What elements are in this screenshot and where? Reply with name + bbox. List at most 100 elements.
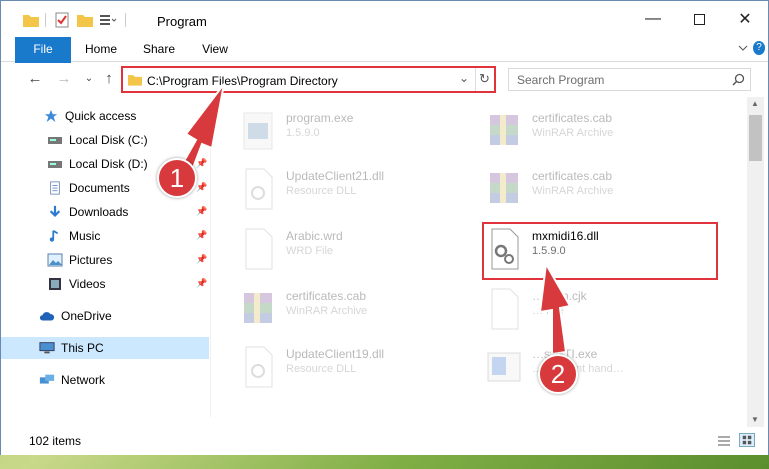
file-item-arabic-wrd[interactable]: Arabic.wrd WRD File <box>240 225 480 275</box>
file-item-certificates-cab[interactable]: certificates.cab WinRAR Archive <box>486 165 726 215</box>
network-icon <box>39 374 55 384</box>
file-item-updateclient21-dll[interactable]: UpdateClient21.dll Resource DLL <box>240 165 480 215</box>
file-item-certificates-cab[interactable]: certificates.cab WinRAR Archive <box>486 107 726 157</box>
chevron-down-icon: ⌄ <box>84 73 94 84</box>
search-box[interactable]: Search Program <box>508 68 751 91</box>
tab-home[interactable]: Home <box>77 37 125 61</box>
sidebar-item-label: Network <box>61 373 106 387</box>
search-input[interactable]: Search Program <box>517 73 604 87</box>
properties-icon[interactable] <box>55 12 69 28</box>
winrar-icon <box>490 115 518 145</box>
expand-ribbon-button[interactable] <box>737 42 749 57</box>
up-arrow-icon: ↑ <box>105 70 113 87</box>
dll-icon <box>245 168 273 210</box>
pin-icon[interactable]: 📌 <box>196 182 207 193</box>
navigation-bar: ← → ⌄ ↑ C:\Program Files\Program Directo… <box>1 63 768 95</box>
winrar-icon <box>244 293 272 323</box>
forward-button[interactable]: → <box>54 70 74 88</box>
file-item-sti-exe[interactable]: …sySTI.exe …ab event hand… <box>486 343 726 393</box>
item-count: 102 items <box>29 434 82 448</box>
sidebar-item-label: Pictures <box>69 253 113 267</box>
pictures-icon <box>47 253 63 267</box>
address-path: C:\Program Files\Program Directory <box>147 74 338 88</box>
recent-locations-button[interactable]: ⌄ <box>79 73 99 91</box>
sidebar-item-music[interactable]: Music 📌 <box>1 225 209 247</box>
details-view-icon[interactable] <box>717 435 731 447</box>
highlight-box <box>482 222 718 280</box>
file-item-cjk[interactable]: …Kom.cjk … File <box>486 285 726 335</box>
address-bar[interactable]: C:\Program Files\Program Directory ⌄ ↻ <box>121 66 496 93</box>
scroll-up-icon[interactable]: ▲ <box>751 99 759 108</box>
large-icons-view-icon[interactable] <box>739 433 755 447</box>
sidebar-item-this-pc[interactable]: This PC <box>1 337 209 359</box>
dll-icon <box>245 346 273 388</box>
step-badge-2: 2 <box>538 354 578 394</box>
sidebar-item-downloads[interactable]: Downloads 📌 <box>1 201 209 223</box>
pin-icon[interactable]: 📌 <box>196 158 207 169</box>
blank-file-icon <box>245 228 273 270</box>
music-icon <box>49 229 59 242</box>
sidebar-item-label: Videos <box>69 277 106 291</box>
navigation-pane: Quick access Local Disk (C:) 📌 Local Dis… <box>1 97 211 417</box>
minimize-button[interactable]: — <box>630 1 676 37</box>
sidebar-item-videos[interactable]: Videos 📌 <box>1 273 209 295</box>
maximize-button[interactable] <box>676 1 722 37</box>
pin-icon[interactable]: 📌 <box>196 230 207 241</box>
drive-icon <box>48 161 62 168</box>
help-icon[interactable]: ? <box>753 41 765 55</box>
star-icon <box>44 109 58 123</box>
back-button[interactable]: ← <box>25 70 45 88</box>
sidebar-item-label: Local Disk (D:) <box>69 157 148 171</box>
scroll-down-icon[interactable]: ▼ <box>751 415 759 424</box>
blank-file-icon <box>491 288 519 330</box>
sidebar-item-label: Music <box>69 229 101 243</box>
pin-icon[interactable]: 📌 <box>196 254 207 265</box>
pin-icon[interactable]: 📌 <box>196 134 207 145</box>
computer-icon <box>39 342 55 354</box>
file-item-certificates-cab[interactable]: certificates.cab WinRAR Archive <box>240 285 480 335</box>
file-item-updateclient19-dll[interactable]: UpdateClient19.dll Resource DLL <box>240 343 480 393</box>
onedrive-icon <box>39 312 55 321</box>
chevron-down-icon <box>738 45 748 51</box>
step-badge-1: 1 <box>157 158 197 198</box>
sidebar-item-network[interactable]: Network <box>1 369 209 391</box>
search-icon <box>732 73 745 86</box>
sidebar-item-onedrive[interactable]: OneDrive <box>1 305 209 327</box>
folder-icon[interactable] <box>23 13 39 27</box>
scrollbar-thumb[interactable] <box>749 115 762 161</box>
refresh-icon[interactable]: ↻ <box>479 71 490 87</box>
folder-icon <box>128 75 142 86</box>
pin-icon[interactable]: 📌 <box>196 278 207 289</box>
exe-icon <box>487 352 521 382</box>
close-button[interactable]: ✕ <box>722 1 768 37</box>
forward-arrow-icon: → <box>56 70 72 87</box>
vertical-scrollbar[interactable]: ▲ ▼ <box>747 97 764 427</box>
sidebar-item-label: Quick access <box>65 109 137 123</box>
sidebar-item-quick-access[interactable]: Quick access <box>1 105 209 127</box>
address-dropdown-icon[interactable]: ⌄ <box>459 71 469 85</box>
title-bar: Program — ✕ <box>1 1 768 37</box>
exe-icon <box>243 112 273 150</box>
sidebar-item-label: Documents <box>69 181 130 195</box>
up-button[interactable]: ↑ <box>99 70 119 88</box>
file-item-program-exe[interactable]: program.exe 1.5.9.0 <box>240 107 480 157</box>
quick-access-toolbar <box>23 10 133 30</box>
maximize-icon <box>693 13 705 25</box>
sidebar-item-label: OneDrive <box>61 309 112 323</box>
videos-icon <box>49 278 61 290</box>
minimize-icon: — <box>645 10 661 27</box>
status-bar: 102 items <box>1 427 768 455</box>
sidebar-item-label: Local Disk (C:) <box>69 133 148 147</box>
window-title: Program <box>157 14 207 29</box>
drive-icon <box>48 137 62 144</box>
tab-view[interactable]: View <box>191 37 239 61</box>
new-folder-icon[interactable] <box>77 13 93 27</box>
sidebar-item-label: This PC <box>61 341 104 355</box>
winrar-icon <box>490 173 518 203</box>
back-arrow-icon: ← <box>27 70 43 87</box>
sidebar-item-pictures[interactable]: Pictures 📌 <box>1 249 209 271</box>
tab-share[interactable]: Share <box>135 37 183 61</box>
customize-icon[interactable] <box>99 13 117 27</box>
pin-icon[interactable]: 📌 <box>196 206 207 217</box>
sidebar-item-local-disk-c[interactable]: Local Disk (C:) 📌 <box>1 129 209 151</box>
